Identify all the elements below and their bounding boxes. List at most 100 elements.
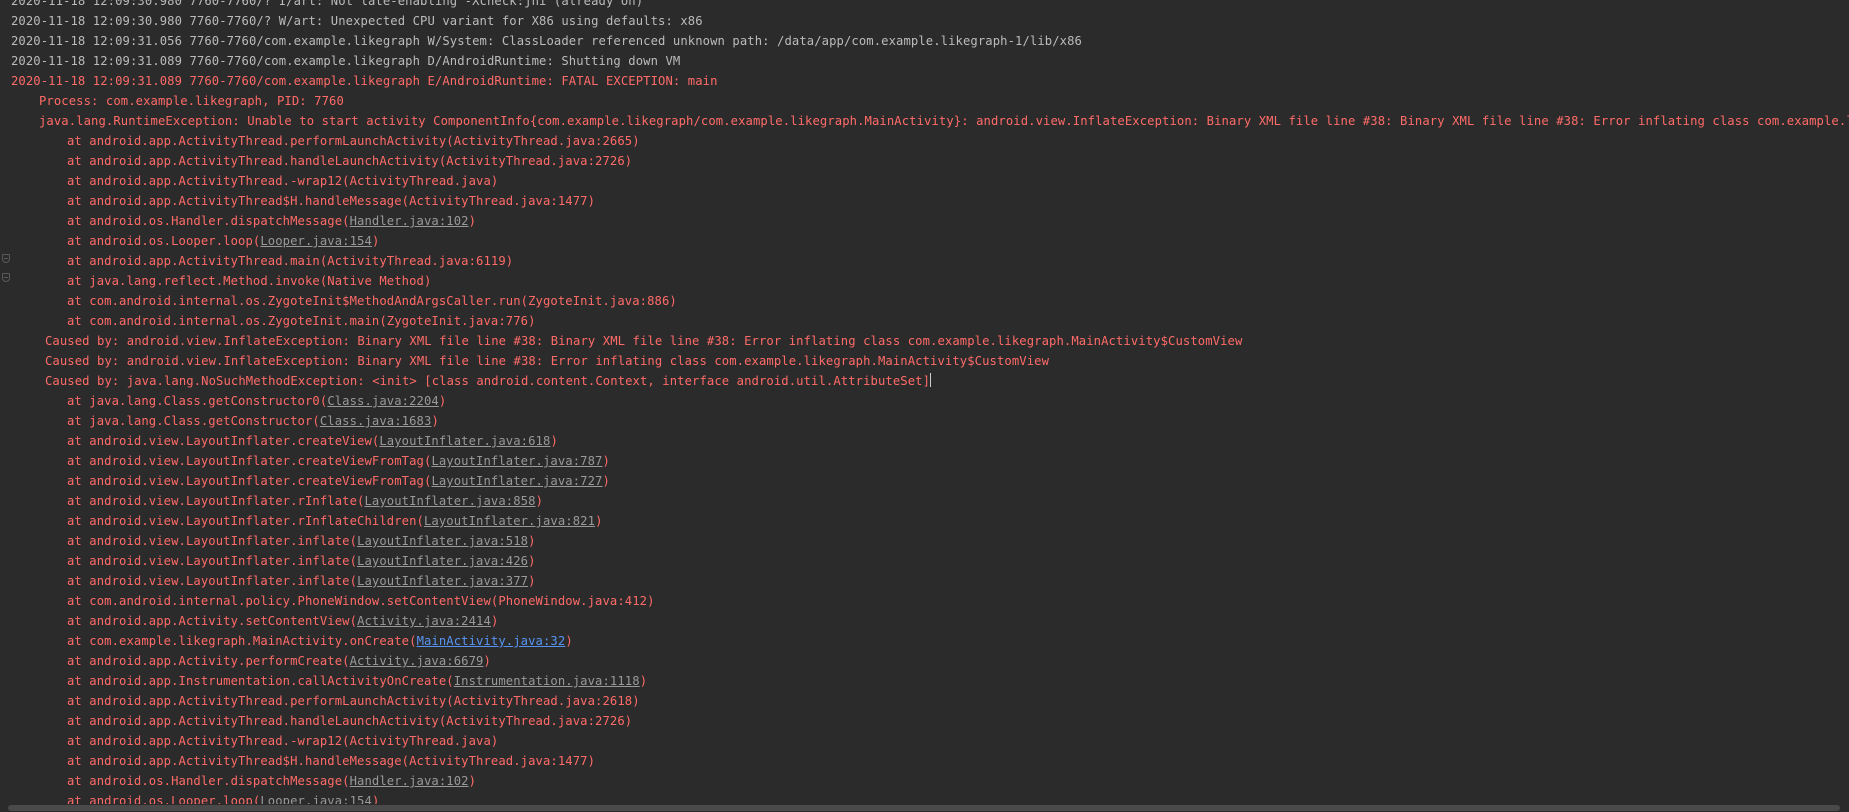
scrollbar-thumb[interactable] (8, 805, 1840, 811)
log-text: at android.app.ActivityThread.-wrap12(Ac… (67, 734, 499, 748)
log-text: ) (468, 214, 477, 228)
log-text: at android.view.LayoutInflater.rInflate( (67, 494, 365, 508)
log-text: ) (483, 654, 491, 668)
log-text: Caused by: android.view.InflateException… (45, 334, 1243, 348)
log-text: at android.app.Activity.performCreate( (67, 654, 350, 668)
log-line-error: at android.app.ActivityThread$H.handleMe… (0, 751, 1849, 771)
log-line-error: at android.view.LayoutInflater.rInflateC… (0, 511, 1849, 531)
log-text: ) (602, 474, 610, 488)
log-line-error: at android.os.Handler.dispatchMessage(Ha… (0, 211, 1849, 231)
log-text: ) (528, 534, 536, 548)
log-text: 2020-11-18 12:09:31.089 7760-7760/com.ex… (11, 74, 718, 88)
source-link[interactable]: LayoutInflater.java:426 (357, 554, 528, 568)
log-line-error: at android.view.LayoutInflater.inflate(L… (0, 571, 1849, 591)
source-link-app[interactable]: MainActivity.java:32 (417, 634, 566, 648)
source-link[interactable]: LayoutInflater.java:858 (365, 494, 536, 508)
log-line-error: at android.view.LayoutInflater.createVie… (0, 471, 1849, 491)
log-line-error: Process: com.example.likegraph, PID: 776… (0, 91, 1849, 111)
log-text: ) (528, 554, 536, 568)
log-text: at android.app.ActivityThread$H.handleMe… (67, 194, 596, 208)
log-line-info: 2020-11-18 12:09:31.056 7760-7760/com.ex… (0, 31, 1849, 51)
log-text: at android.app.ActivityThread.-wrap12(Ac… (67, 174, 499, 188)
source-link[interactable]: LayoutInflater.java:727 (431, 474, 602, 488)
log-text: ) (602, 454, 610, 468)
log-line-error: at android.app.ActivityThread$H.handleMe… (0, 191, 1849, 211)
log-text: ) (639, 674, 648, 688)
log-text: ) (595, 514, 603, 528)
source-link[interactable]: Looper.java:154 (260, 234, 372, 248)
log-line-error: at android.app.ActivityThread.performLau… (0, 131, 1849, 151)
log-text: at android.view.LayoutInflater.inflate( (67, 554, 358, 568)
log-line-error: java.lang.RuntimeException: Unable to st… (0, 111, 1849, 131)
log-line-error: at com.android.internal.os.ZygoteInit.ma… (0, 311, 1849, 331)
log-line-error: at java.lang.Class.getConstructor(Class.… (0, 411, 1849, 431)
log-line-error: at android.os.Handler.dispatchMessage(Ha… (0, 771, 1849, 791)
log-line-error: at com.android.internal.policy.PhoneWind… (0, 591, 1849, 611)
log-text: at java.lang.reflect.Method.invoke(Nativ… (67, 274, 432, 288)
log-text: ) (565, 634, 573, 648)
source-link[interactable]: LayoutInflater.java:377 (357, 574, 528, 588)
log-line-error: at android.view.LayoutInflater.createVie… (0, 431, 1849, 451)
source-link[interactable]: Handler.java:102 (350, 774, 469, 788)
log-line-error: 2020-11-18 12:09:31.089 7760-7760/com.ex… (0, 71, 1849, 91)
log-line-error: at java.lang.reflect.Method.invoke(Nativ… (0, 271, 1849, 291)
log-line-error: at android.app.Instrumentation.callActiv… (0, 671, 1849, 691)
log-line-error: Caused by: android.view.InflateException… (0, 331, 1849, 351)
log-line-error: Caused by: java.lang.NoSuchMethodExcepti… (0, 371, 1849, 391)
log-text: ) (438, 394, 447, 408)
source-link[interactable]: LayoutInflater.java:787 (431, 454, 602, 468)
log-text: at android.app.ActivityThread.main(Activ… (67, 254, 514, 268)
horizontal-scrollbar[interactable] (0, 804, 1849, 812)
log-line-error: at com.android.internal.os.ZygoteInit$Me… (0, 291, 1849, 311)
log-line-error: at android.view.LayoutInflater.rInflate(… (0, 491, 1849, 511)
log-line-error: at android.view.LayoutInflater.inflate(L… (0, 531, 1849, 551)
log-text: at android.view.LayoutInflater.createVie… (67, 474, 432, 488)
log-text: at android.app.ActivityThread.handleLaun… (67, 154, 633, 168)
log-text: at android.view.LayoutInflater.createVie… (67, 434, 380, 448)
source-link[interactable]: LayoutInflater.java:821 (424, 514, 595, 528)
log-text: at android.os.Handler.dispatchMessage( (67, 214, 350, 228)
source-link[interactable]: Handler.java:102 (350, 214, 469, 228)
log-text: at android.app.ActivityThread.performLau… (67, 694, 640, 708)
log-text: ) (550, 434, 558, 448)
log-text: 2020-11-18 12:09:31.056 7760-7760/com.ex… (11, 34, 1082, 48)
log-text: at android.os.Handler.dispatchMessage( (67, 774, 350, 788)
log-text: Caused by: android.view.InflateException… (45, 354, 1050, 368)
log-text: Process: com.example.likegraph, PID: 776… (39, 94, 344, 108)
log-line-info: 2020-11-18 12:09:30.980 7760-7760/? W/ar… (0, 11, 1849, 31)
log-text: 2020-11-18 12:09:30.980 7760-7760/? I/ar… (11, 0, 644, 8)
log-text: 2020-11-18 12:09:30.980 7760-7760/? W/ar… (11, 14, 703, 28)
source-link[interactable]: Activity.java:2414 (357, 614, 491, 628)
log-line-error: at com.example.likegraph.MainActivity.on… (0, 631, 1849, 651)
text-cursor (930, 373, 932, 387)
log-text: at android.view.LayoutInflater.createVie… (67, 454, 432, 468)
log-text: ) (371, 234, 380, 248)
log-line-error: at android.view.LayoutInflater.inflate(L… (0, 551, 1849, 571)
source-link[interactable]: LayoutInflater.java:518 (357, 534, 528, 548)
log-text: at com.android.internal.policy.PhoneWind… (67, 594, 655, 608)
log-text: at android.os.Looper.loop( (67, 234, 261, 248)
log-text: at com.android.internal.os.ZygoteInit.ma… (67, 314, 536, 328)
log-text: at java.lang.Class.getConstructor( (67, 414, 320, 428)
log-text: at com.android.internal.os.ZygoteInit$Me… (67, 294, 677, 308)
log-line-error: at android.app.ActivityThread.-wrap12(Ac… (0, 731, 1849, 751)
log-text: at android.app.ActivityThread$H.handleMe… (67, 754, 596, 768)
source-link[interactable]: LayoutInflater.java:618 (379, 434, 550, 448)
logcat-panel[interactable]: 2020-11-18 12:09:30.980 7760-7760/? I/ar… (0, 0, 1849, 812)
log-text: at android.view.LayoutInflater.rInflateC… (67, 514, 424, 528)
log-text: ) (468, 774, 477, 788)
log-line-error: at java.lang.Class.getConstructor0(Class… (0, 391, 1849, 411)
log-line-error: at android.app.Activity.performCreate(Ac… (0, 651, 1849, 671)
source-link[interactable]: Class.java:1683 (320, 414, 432, 428)
source-link[interactable]: Activity.java:6679 (350, 654, 484, 668)
source-link[interactable]: Instrumentation.java:1118 (454, 674, 640, 688)
log-text: at android.app.ActivityThread.performLau… (67, 134, 640, 148)
source-link[interactable]: Class.java:2204 (327, 394, 439, 408)
log-text: ) (490, 614, 499, 628)
log-text: 2020-11-18 12:09:31.089 7760-7760/com.ex… (11, 54, 681, 68)
log-line-error: at android.app.ActivityThread.performLau… (0, 691, 1849, 711)
log-line-error: at android.app.Activity.setContentView(A… (0, 611, 1849, 631)
log-text: Caused by: java.lang.NoSuchMethodExcepti… (45, 374, 931, 388)
log-line-error: at android.app.ActivityThread.handleLaun… (0, 151, 1849, 171)
log-output[interactable]: 2020-11-18 12:09:30.980 7760-7760/? I/ar… (0, 0, 1849, 811)
